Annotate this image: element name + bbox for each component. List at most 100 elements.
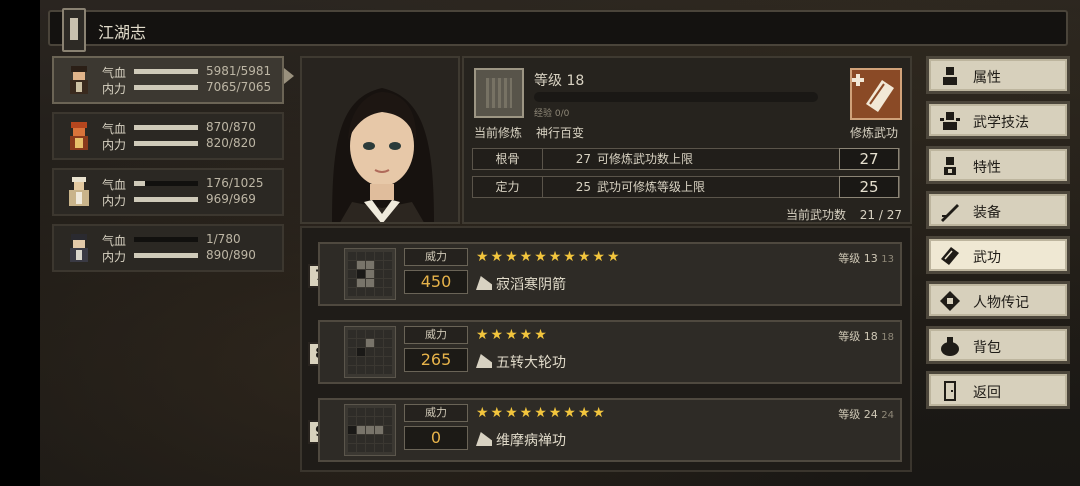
mp-value: 969/969 bbox=[206, 192, 256, 206]
attr-value: 25 bbox=[575, 180, 591, 194]
menu-label: 人物传记 bbox=[973, 295, 1029, 311]
character-avatar-icon bbox=[70, 122, 88, 150]
menu-equipment-button[interactable]: 装备 bbox=[926, 191, 1070, 229]
menu-biography-button[interactable]: 人物传记 bbox=[926, 281, 1070, 319]
mp-bar bbox=[134, 253, 198, 258]
menu-label: 特性 bbox=[973, 160, 1001, 176]
practice-skill-label: 修炼武功 bbox=[850, 126, 899, 140]
menu-martial-skills-button[interactable]: 武学技法 bbox=[926, 101, 1070, 139]
mp-value: 890/890 bbox=[206, 248, 256, 262]
skill-count: 当前武功数 21 / 27 bbox=[786, 206, 902, 223]
attr-cap: 25 bbox=[839, 176, 899, 198]
hp-row: 气血 5981/5981 bbox=[102, 64, 282, 80]
menu-attributes-button[interactable]: 属性 bbox=[926, 56, 1070, 94]
level-text: 等级 18 bbox=[534, 73, 585, 89]
power-value: 265 bbox=[404, 348, 468, 372]
level-value: 18 bbox=[863, 330, 878, 343]
mp-label: 内力 bbox=[102, 250, 127, 264]
attr-cap: 27 bbox=[839, 148, 899, 170]
hp-label: 气血 bbox=[102, 178, 127, 192]
menu-return-button[interactable]: 返回 bbox=[926, 371, 1070, 409]
menu-label: 背包 bbox=[973, 340, 1001, 356]
level-max: 24 bbox=[881, 410, 894, 421]
hp-value: 5981/5981 bbox=[206, 64, 272, 78]
selection-pointer-icon bbox=[284, 68, 294, 84]
character-avatar-icon bbox=[70, 234, 88, 262]
party-member-card[interactable]: 气血 176/1025 内力 969/969 bbox=[52, 168, 284, 216]
page-title: 江湖志 bbox=[98, 23, 147, 42]
level-value: 13 bbox=[863, 252, 878, 265]
skill-count-label: 当前武功数 bbox=[785, 208, 846, 222]
hp-bar bbox=[134, 69, 198, 74]
skill-grid-icon bbox=[344, 404, 396, 456]
plus-book-icon bbox=[852, 74, 894, 112]
party-member-card[interactable]: 气血 1/780 内力 890/890 bbox=[52, 224, 284, 272]
mp-label: 内力 bbox=[102, 82, 127, 96]
sword-icon bbox=[941, 204, 959, 222]
party-member-card[interactable]: 气血 870/870 内力 820/820 bbox=[52, 112, 284, 160]
hp-value: 870/870 bbox=[206, 120, 256, 134]
internal-art-icon bbox=[476, 354, 492, 368]
attr-name: 定力 bbox=[473, 177, 543, 197]
mp-row: 内力 820/820 bbox=[102, 136, 282, 152]
mp-bar bbox=[134, 85, 198, 90]
martial-arts-icon bbox=[940, 112, 960, 130]
hp-row: 气血 1/780 bbox=[102, 232, 282, 248]
skill-card[interactable]: 威力 0 ★★★★★★★★★ 维摩病禅功 等级 24 24 bbox=[318, 398, 902, 462]
hp-label: 气血 bbox=[102, 66, 127, 80]
attr-desc: 武功可修炼等级上限 bbox=[597, 180, 706, 194]
menu-backpack-button[interactable]: 背包 bbox=[926, 326, 1070, 364]
hp-value: 176/1025 bbox=[206, 176, 264, 190]
skill-name: 维摩病禅功 bbox=[496, 433, 566, 449]
attr-value: 27 bbox=[575, 152, 591, 166]
hp-bar bbox=[134, 125, 198, 130]
practice-skill-button[interactable] bbox=[850, 68, 902, 120]
scroll-icon bbox=[941, 247, 959, 265]
level-max: 13 bbox=[881, 254, 894, 265]
skill-level: 等级 13 13 bbox=[838, 250, 894, 266]
skill-name: 五转大轮功 bbox=[496, 355, 566, 371]
level-label: 等级 bbox=[838, 330, 861, 343]
power-label: 威力 bbox=[404, 248, 468, 266]
mp-row: 内力 890/890 bbox=[102, 248, 282, 264]
attr-name: 根骨 bbox=[473, 149, 543, 169]
menu-label: 武功 bbox=[973, 250, 1001, 266]
star-rating: ★★★★★★★★★★ bbox=[476, 249, 622, 265]
current-practice-name: 神行百变 bbox=[536, 126, 585, 140]
current-skill-book-icon[interactable] bbox=[474, 68, 524, 118]
character-avatar-icon bbox=[69, 177, 89, 206]
current-practice-label: 当前修炼 bbox=[474, 126, 523, 140]
skill-card[interactable]: 威力 265 ★★★★★ 五转大轮功 等级 18 18 bbox=[318, 320, 902, 384]
biography-icon bbox=[940, 291, 960, 311]
level-value: 24 bbox=[863, 408, 878, 421]
palm-icon bbox=[476, 276, 492, 290]
skill-level: 等级 18 18 bbox=[838, 328, 894, 344]
title-bar: 江湖志 bbox=[48, 8, 1068, 52]
door-icon bbox=[944, 381, 956, 401]
skill-level: 等级 24 24 bbox=[838, 406, 894, 422]
journal-book-icon bbox=[62, 8, 86, 52]
menu-label: 装备 bbox=[973, 205, 1001, 221]
attr-row-gengu: 根骨 27 可修炼武功数上限 27 bbox=[472, 148, 900, 170]
menu-skills-button[interactable]: 武功 bbox=[926, 236, 1070, 274]
skill-info-panel: 等级 18 经验 0/0 当前修炼 神行百变 修炼武功 根骨 27 可修炼武功数… bbox=[462, 56, 912, 224]
person-icon bbox=[943, 67, 957, 85]
mp-bar bbox=[134, 141, 198, 146]
skill-list[interactable]: 7 威力 450 ★★★★★★★★★★ 寂滔寒阴箭 等级 13 13 8 威力 … bbox=[300, 226, 912, 472]
character-portrait bbox=[300, 56, 460, 224]
menu-label: 武学技法 bbox=[973, 115, 1029, 131]
skill-card[interactable]: 威力 450 ★★★★★★★★★★ 寂滔寒阴箭 等级 13 13 bbox=[318, 242, 902, 306]
party-member-card[interactable]: 气血 5981/5981 内力 7065/7065 bbox=[52, 56, 284, 104]
menu-traits-button[interactable]: 特性 bbox=[926, 146, 1070, 184]
exp-text: 经验 0/0 bbox=[534, 109, 570, 119]
power-label: 威力 bbox=[404, 326, 468, 344]
skill-grid-icon bbox=[344, 248, 396, 300]
mp-bar bbox=[134, 197, 198, 202]
character-portrait-image bbox=[332, 88, 434, 222]
star-rating: ★★★★★★★★★ bbox=[476, 405, 607, 421]
skill-name: 寂滔寒阴箭 bbox=[496, 277, 566, 293]
menu-label: 属性 bbox=[973, 70, 1001, 86]
power-label: 威力 bbox=[404, 404, 468, 422]
hp-bar bbox=[134, 181, 198, 186]
attr-desc: 可修炼武功数上限 bbox=[597, 152, 694, 166]
